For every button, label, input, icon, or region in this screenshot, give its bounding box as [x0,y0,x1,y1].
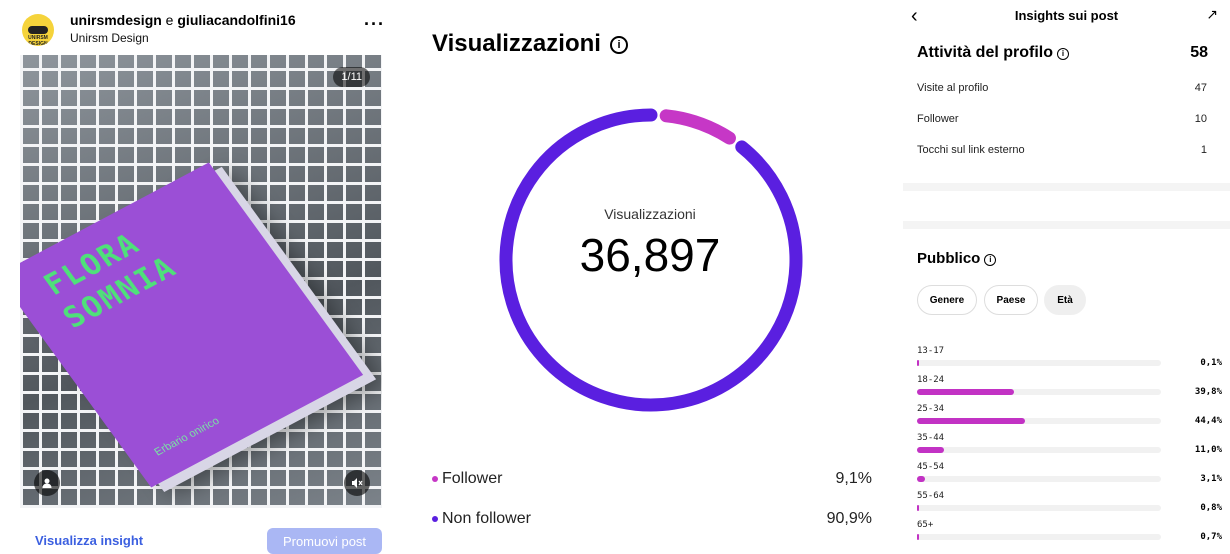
info-icon[interactable]: i [984,254,997,266]
chip-country[interactable]: Paese [984,285,1038,315]
donut-slice-follower [659,109,736,145]
section-divider [903,183,1230,191]
activity-row: Tocchi sul link esterno 1 [917,144,1207,156]
legend-dot-follower [432,475,438,482]
age-label: 55-64 [917,491,945,501]
age-label: 45-54 [917,462,945,472]
age-bar-fill [917,534,919,540]
book-author: Erbario onirico [152,415,222,459]
age-percentage: 0,8% [1200,503,1222,513]
activity-row-label: Tocchi sul link esterno [917,144,1025,156]
age-bar-fill [917,447,944,453]
activity-row-label: Follower [917,113,959,125]
age-bar-fill [917,360,919,366]
age-bar-fill [917,476,925,482]
username-primary[interactable]: unirsmdesign [70,12,162,28]
post-panel: UNIRSM DESIGN unirsmdesign e giuliacando… [0,0,400,554]
avatar[interactable]: UNIRSM DESIGN [22,14,54,46]
age-bar-track [917,389,1161,395]
age-bar-track [917,505,1161,511]
more-options-icon[interactable]: ··· [364,14,385,35]
profile-activity-title: Attività del profilo i [917,44,1069,62]
promote-post-button[interactable]: Promuovi post [267,528,382,554]
activity-row-label: Visite al profilo [917,82,989,94]
chip-age[interactable]: Età [1044,285,1086,315]
age-percentage: 39,8% [1194,387,1222,397]
age-label: 25-34 [917,404,945,414]
activity-row: Visite al profilo 47 [917,82,1207,94]
legend-dot-non-follower [432,515,438,522]
sunglasses-icon [28,26,48,34]
views-title: Visualizzazioni [432,30,601,57]
age-bar-track [917,418,1161,424]
view-insights-link[interactable]: Visualizza insight [35,533,143,548]
donut-center-label: Visualizzazioni [604,206,696,222]
legend-label-follower: Follower [442,470,503,487]
age-percentage: 0,1% [1200,358,1222,368]
activity-row: Follower 10 [917,113,1207,125]
legend-pct-non-follower: 90,9% [826,510,872,527]
profile-activity-total: 58 [1190,44,1208,61]
legend-pct-follower: 9,1% [835,470,872,487]
age-bar-fill [917,389,1015,395]
carousel-counter: 1/11 [333,67,370,87]
profile-activity-label: Attività del profilo [917,44,1053,61]
age-bar-track [917,447,1161,453]
activity-row-value: 47 [1194,82,1207,94]
age-label: 18-24 [917,375,945,385]
legend-non-follower: Non follower 90,9% [432,510,872,528]
tagged-user-icon[interactable] [34,470,60,496]
audience-label: Pubblico [917,250,981,267]
post-usernames[interactable]: unirsmdesign e giuliacandolfini16 [70,12,296,28]
age-percentage: 3,1% [1200,474,1222,484]
legend-label-non-follower: Non follower [442,510,531,527]
age-bar-track [917,360,1161,366]
age-percentage: 11,0% [1194,445,1222,455]
info-icon[interactable]: i [610,36,628,54]
post-image[interactable]: FLORA SOMNIA Erbario onirico 1/11 [20,55,382,508]
username-collab[interactable]: giuliacandolfini16 [177,12,295,28]
username-join: e [161,12,178,28]
age-bar-track [917,476,1161,482]
views-panel: Visualizzazioni i Visualizzazioni 36,897… [400,0,900,554]
mute-icon[interactable] [344,470,370,496]
donut-total-value: 36,897 [579,229,721,281]
age-label: 35-44 [917,433,945,443]
activity-row-value: 10 [1194,113,1207,125]
legend-follower: Follower 9,1% [432,470,872,488]
section-divider [903,221,1230,229]
chip-gender[interactable]: Genere [917,285,977,315]
audience-title: Pubblico i [917,250,997,267]
trend-arrow-icon[interactable]: ↗ [1206,6,1218,23]
insights-panel: ‹ Insights sui post ↗ Attività del profi… [903,0,1230,554]
activity-row-value: 1 [1200,144,1207,156]
avatar-text: UNIRSM DESIGN [28,35,48,46]
age-label: 13-17 [917,346,945,356]
info-icon[interactable]: i [1057,48,1069,60]
account-name: Unirsm Design [70,31,149,45]
age-bar-fill [917,505,919,511]
age-percentage: 0,7% [1200,532,1222,542]
insights-title: Insights sui post [1014,8,1119,23]
age-bar-fill [917,418,1026,424]
age-percentage: 44,4% [1194,416,1222,426]
age-label: 65+ [917,520,934,530]
age-bar-track [917,534,1161,540]
